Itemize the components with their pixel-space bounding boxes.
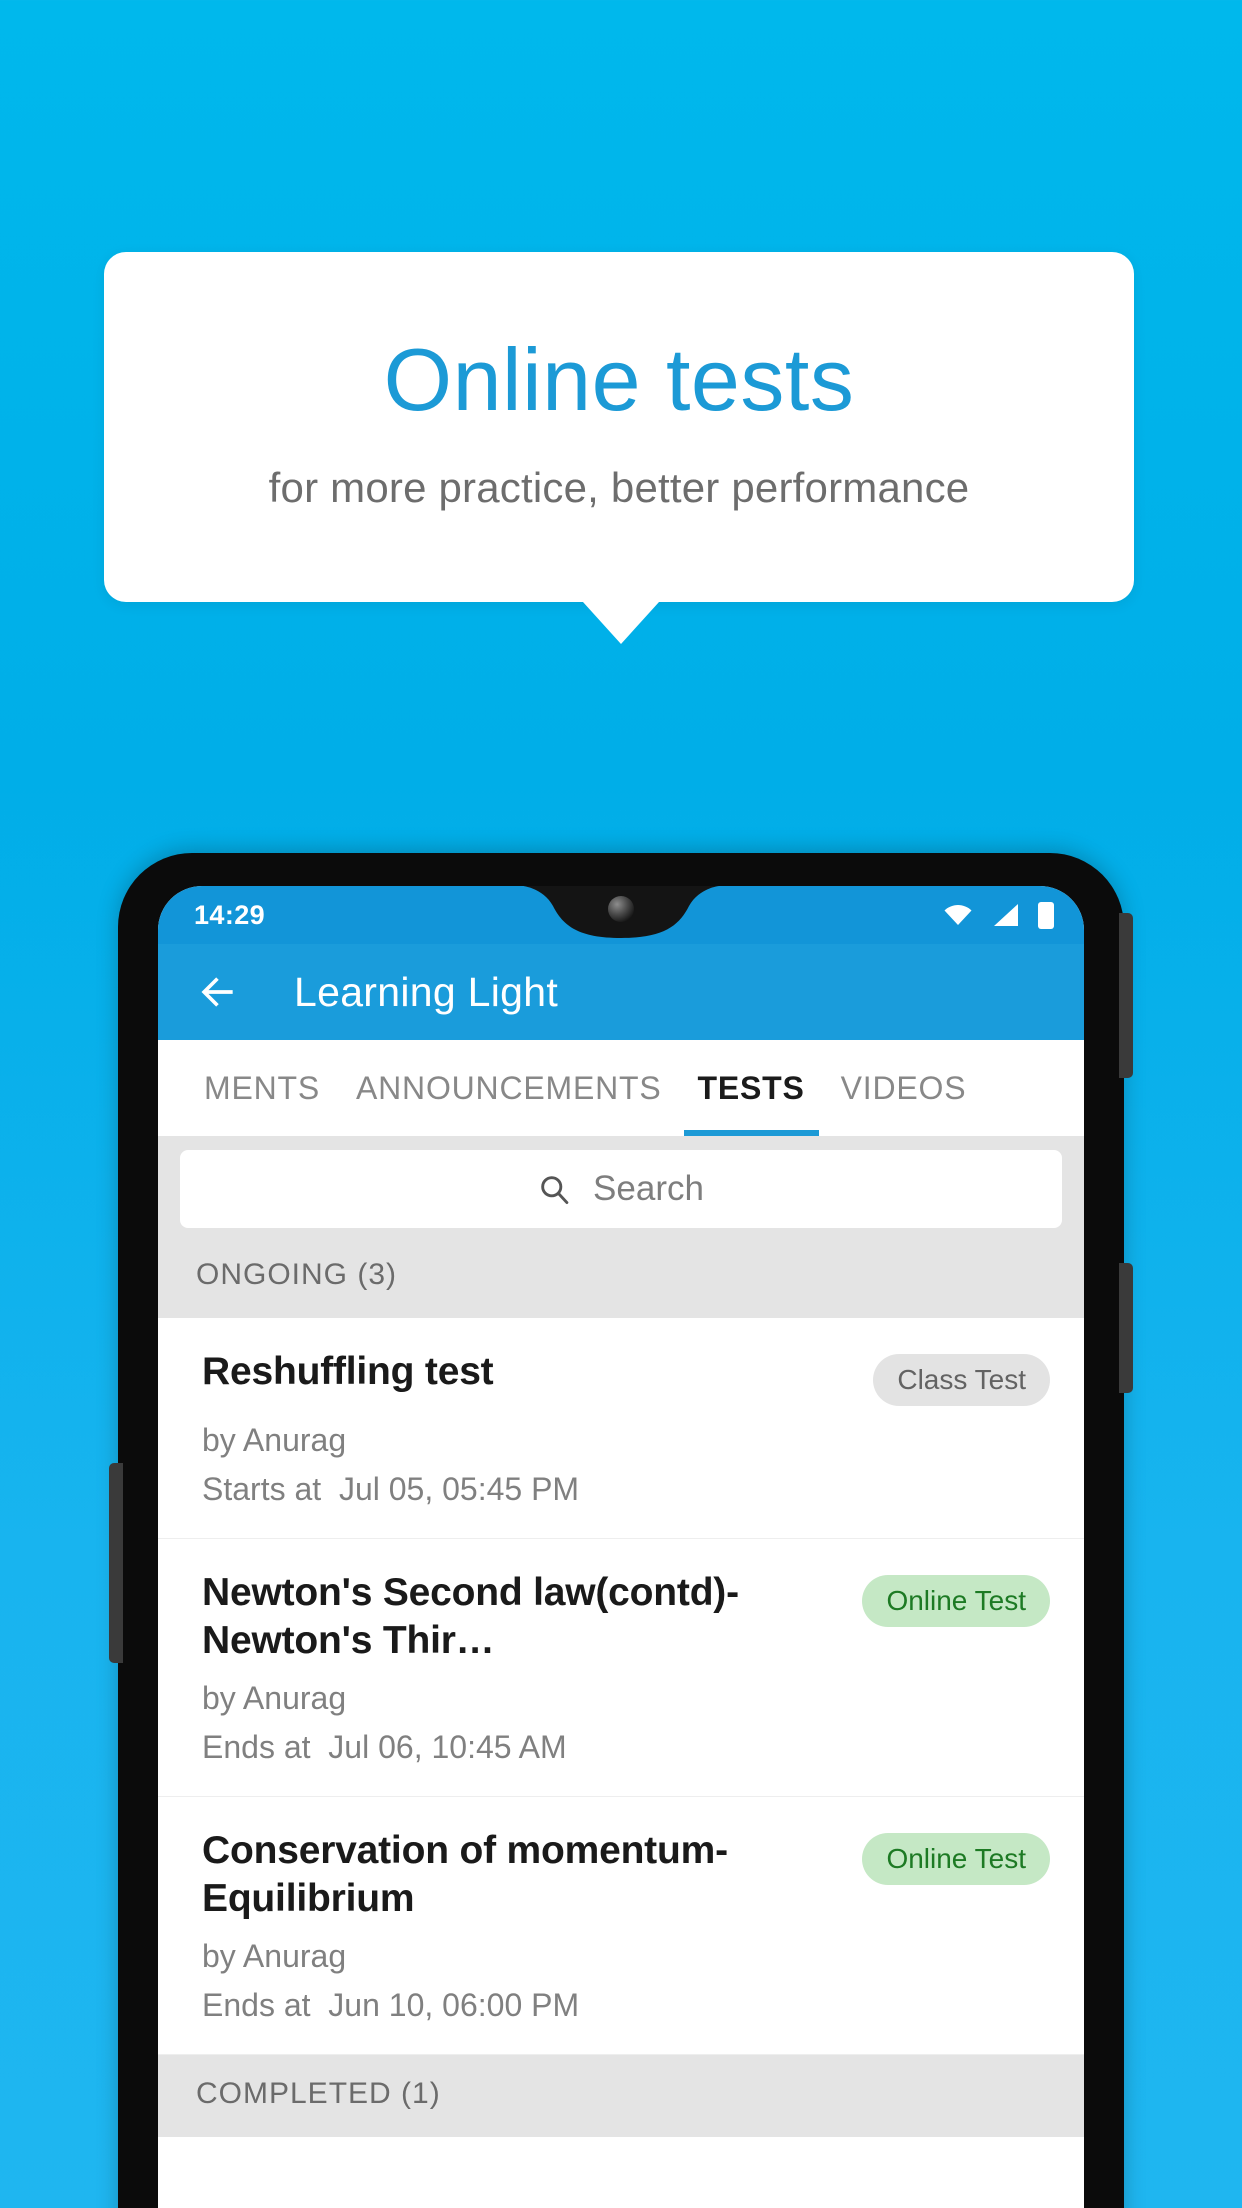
search-input[interactable]: Search <box>180 1150 1062 1228</box>
wifi-icon <box>944 905 972 925</box>
phone-mockup: 14:29 Learning Light MENTS ANNOUNCEMENTS… <box>109 853 1133 2208</box>
app-bar-title: Learning Light <box>294 968 559 1015</box>
tab-tests[interactable]: TESTS <box>680 1040 823 1136</box>
tests-list: Reshuffling test Class Test by Anurag St… <box>158 1318 1084 2056</box>
test-time-label: Ends at <box>202 1729 311 1766</box>
status-bar: 14:29 <box>158 886 1084 944</box>
test-time: Ends at Jun 10, 06:00 PM <box>202 1987 1050 2024</box>
test-time-label: Starts at <box>202 1471 322 1507</box>
test-author: by Anurag <box>202 1680 347 1717</box>
tab-announcements[interactable]: ANNOUNCEMENTS <box>338 1040 680 1136</box>
status-icons-group <box>943 901 1054 929</box>
status-badge: Online Test <box>862 1575 1050 1627</box>
front-camera-icon <box>608 896 634 922</box>
test-time-value: Jun 10, 06:00 PM <box>328 1987 580 2024</box>
status-clock: 14:29 <box>194 899 266 930</box>
test-author: by Anurag <box>202 1422 347 1458</box>
test-author: by Anurag <box>202 1938 347 1975</box>
back-arrow-icon[interactable] <box>196 970 240 1014</box>
section-header-ongoing: ONGOING (3) <box>158 1244 1084 1318</box>
section-header-completed: COMPLETED (1) <box>158 2055 1084 2138</box>
test-time-value: Jul 05, 05:45 PM <box>338 1471 580 1507</box>
power-button[interactable] <box>109 1463 123 1663</box>
cellular-signal-icon <box>994 904 1018 926</box>
test-time-value: Jul 06, 10:45 AM <box>328 1729 567 1766</box>
tab-bar: MENTS ANNOUNCEMENTS TESTS VIDEOS <box>158 1040 1084 1136</box>
volume-up-button[interactable] <box>1119 913 1133 1078</box>
test-time-label: Ends at <box>202 1987 311 2024</box>
status-badge: Online Test <box>862 1833 1050 1886</box>
search-placeholder-text: Search <box>593 1169 704 1208</box>
callout-tail-arrow <box>583 602 659 644</box>
test-time: Starts at Jul 05, 05:45 PM <box>202 1471 1050 1508</box>
test-time: Ends at Jul 06, 10:45 AM <box>202 1729 1050 1766</box>
tab-videos[interactable]: VIDEOS <box>823 1040 985 1136</box>
search-zone: Search <box>158 1136 1084 1244</box>
table-row[interactable]: Reshuffling test Class Test by Anurag St… <box>158 1318 1084 1539</box>
table-row[interactable]: Newton's Second law(contd)-Newton's Thir… <box>158 1539 1084 1798</box>
phone-screen: 14:29 Learning Light MENTS ANNOUNCEMENTS… <box>158 886 1084 2208</box>
tab-ments[interactable]: MENTS <box>186 1040 338 1136</box>
test-title: Reshuffling test <box>202 1350 494 1393</box>
test-title: Conservation of momentum-Equilibrium <box>202 1829 728 1920</box>
app-bar: Learning Light <box>158 944 1084 1040</box>
status-badge: Class Test <box>873 1354 1050 1406</box>
promo-callout-bubble: Online tests for more practice, better p… <box>104 252 1134 602</box>
table-row[interactable]: Conservation of momentum-Equilibrium Onl… <box>158 1797 1084 2056</box>
test-title: Newton's Second law(contd)-Newton's Thir… <box>202 1571 739 1662</box>
search-icon <box>541 1175 569 1204</box>
battery-icon <box>1038 901 1054 929</box>
promo-title: Online tests <box>383 329 855 429</box>
volume-down-button[interactable] <box>1119 1263 1133 1393</box>
promo-subtitle: for more practice, better performance <box>268 464 970 512</box>
